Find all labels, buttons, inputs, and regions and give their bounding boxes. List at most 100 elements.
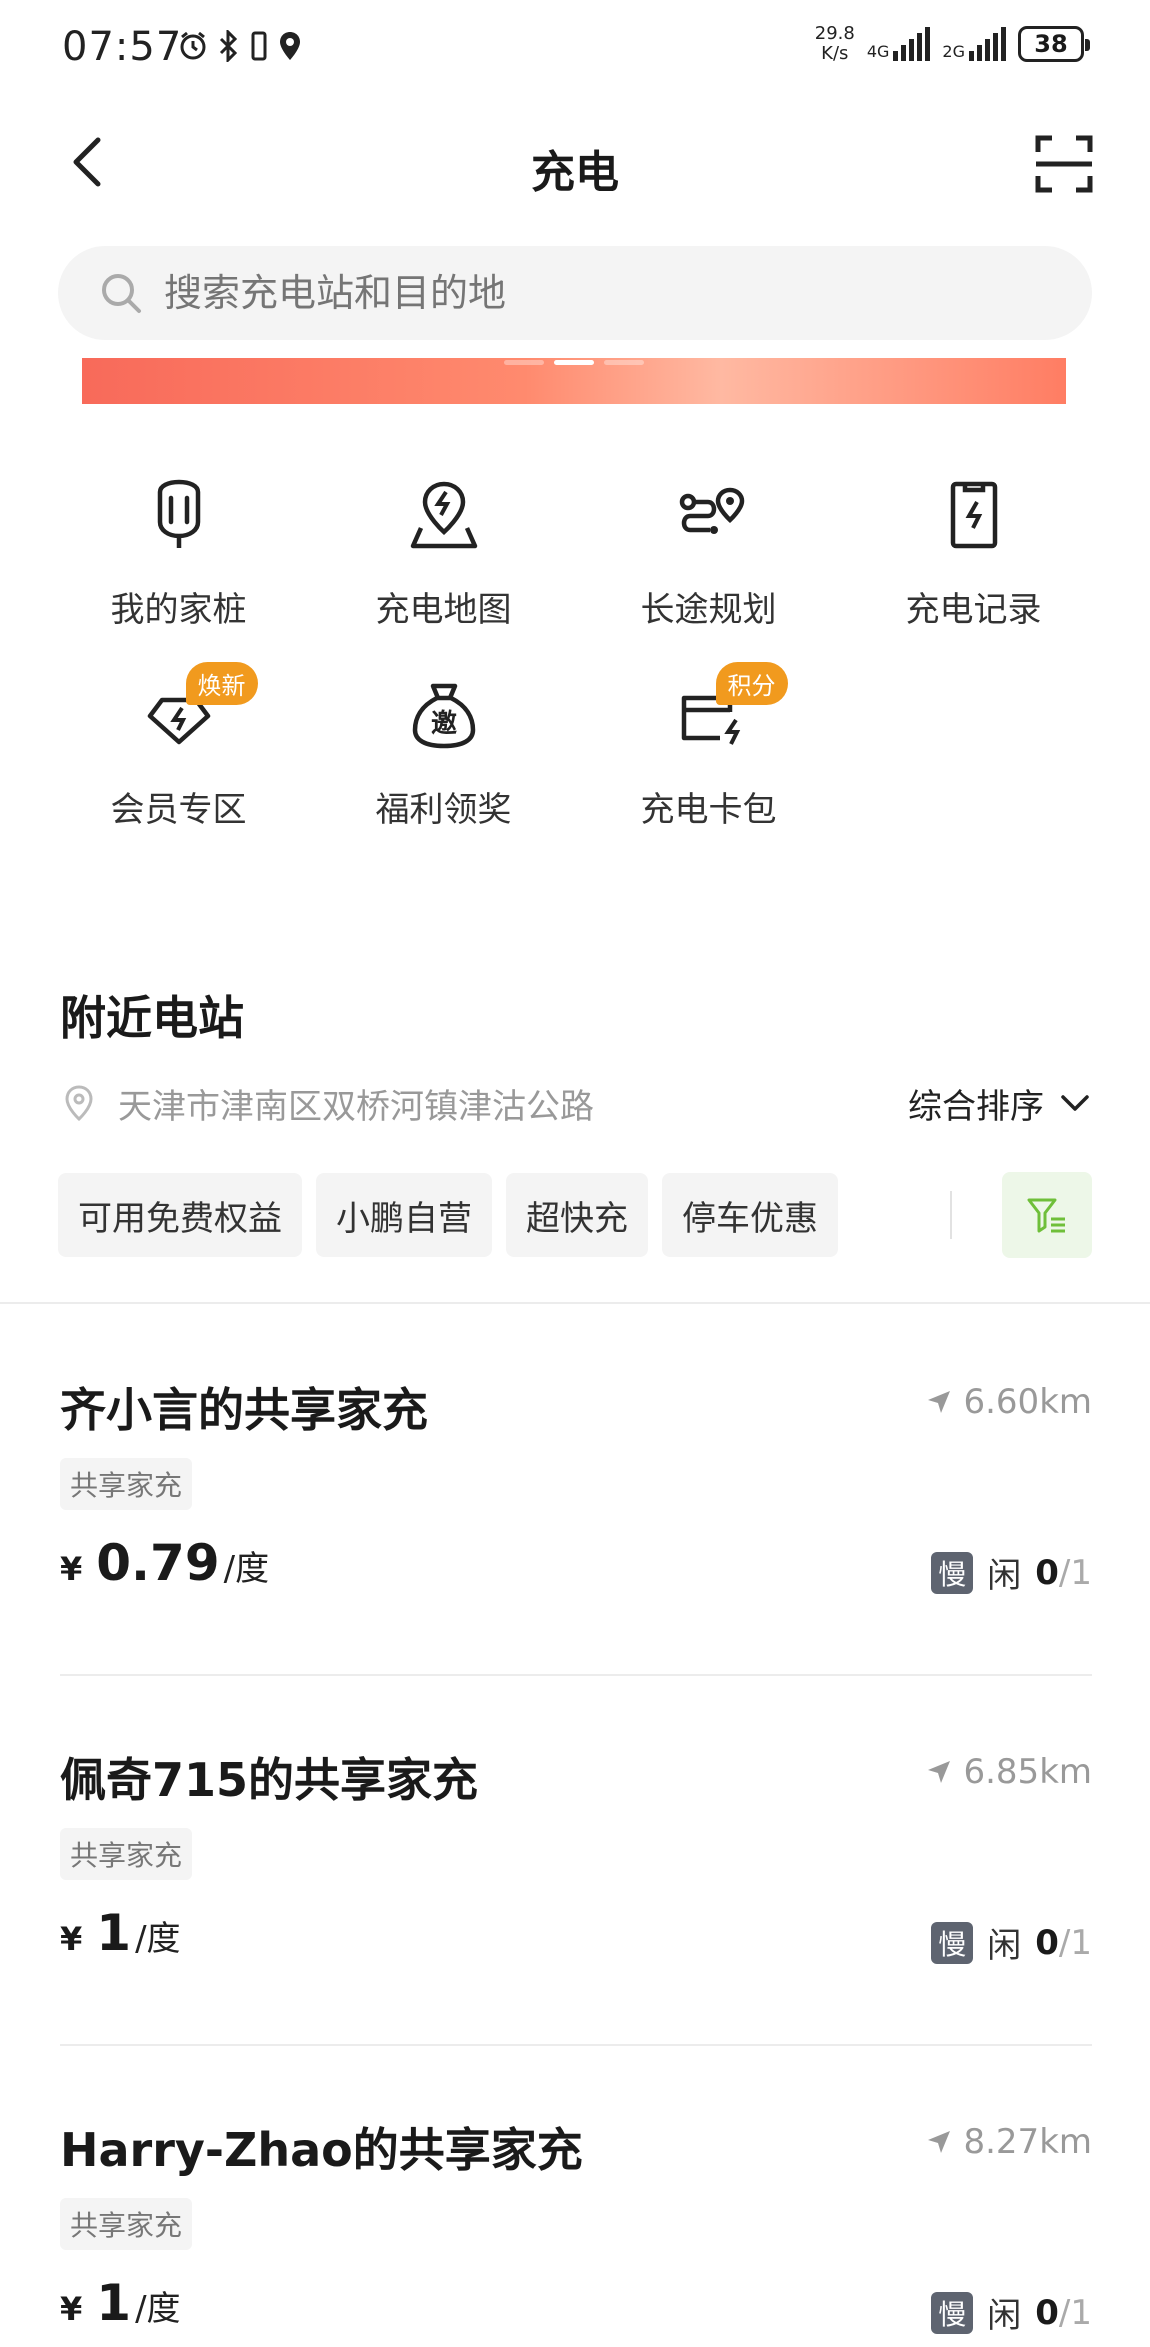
signal-2g: 2G xyxy=(942,27,1006,61)
search-bar[interactable] xyxy=(58,246,1092,340)
station-name: Harry-Zhao的共享家充 xyxy=(60,2123,583,2177)
idle-count: 0 xyxy=(1035,1922,1059,1963)
distance-value: 8.27km xyxy=(963,2122,1092,2162)
bluetooth-icon xyxy=(219,30,238,62)
menu-invite-reward[interactable]: 邀 福利领奖 xyxy=(311,670,576,831)
charging-record-icon xyxy=(929,470,1019,560)
station-tag: 共享家充 xyxy=(60,1828,193,1880)
card-divider xyxy=(60,2044,1092,2046)
status-icons xyxy=(178,30,302,62)
signal-bars-icon xyxy=(969,27,1006,61)
price-unit: /度 xyxy=(135,1919,181,1959)
menu-card-wallet[interactable]: 积分 充电卡包 xyxy=(576,662,841,831)
badge-new: 焕新 xyxy=(185,662,258,705)
menu-label: 会员专区 xyxy=(110,790,247,830)
station-tag: 共享家充 xyxy=(60,2198,193,2250)
total-count: /1 xyxy=(1058,1552,1092,1593)
menu-label: 长途规划 xyxy=(640,590,777,630)
location-text[interactable]: 天津市津南区双桥河镇津沽公路 xyxy=(118,1079,908,1128)
svg-text:邀: 邀 xyxy=(430,709,456,739)
section-divider xyxy=(0,1302,1150,1304)
station-distance: 6.60km xyxy=(925,1382,1092,1422)
filter-chip-free-benefit[interactable]: 可用免费权益 xyxy=(58,1173,302,1257)
status-bar: 07:57 29.8 K/s 4G 2G 38 xyxy=(0,0,1150,96)
filter-chip-xpeng-self[interactable]: 小鹏自营 xyxy=(316,1173,492,1257)
idle-count: 0 xyxy=(1035,2292,1059,2333)
station-distance: 6.85km xyxy=(925,1752,1092,1792)
status-right: 29.8 K/s 4G 2G 38 xyxy=(815,24,1090,64)
nav-bar: 充电 xyxy=(0,110,1150,220)
menu-label: 福利领奖 xyxy=(375,790,512,830)
currency-symbol: ¥ xyxy=(60,1550,83,1588)
invite-reward-icon: 邀 xyxy=(399,670,489,760)
station-price: ¥ 1 /度 xyxy=(60,1904,181,1962)
price-value: 0.79 xyxy=(96,1534,220,1592)
signal-bars-icon xyxy=(893,27,931,61)
availability: 慢 闲 0 /1 xyxy=(931,1918,1092,1967)
navigation-arrow-icon xyxy=(928,1391,951,1413)
distance-value: 6.85km xyxy=(963,1752,1092,1792)
menu-home-charger[interactable]: 我的家桩 xyxy=(46,470,311,631)
scan-button[interactable] xyxy=(1032,132,1096,196)
menu-label: 充电卡包 xyxy=(640,790,777,830)
station-tag: 共享家充 xyxy=(60,1458,193,1510)
price-value: 1 xyxy=(96,2274,132,2332)
slow-charge-badge: 慢 xyxy=(931,2291,974,2334)
availability: 慢 闲 0 /1 xyxy=(931,2288,1092,2337)
navigation-arrow-icon xyxy=(928,2131,951,2153)
availability: 慢 闲 0 /1 xyxy=(931,1548,1092,1597)
banner-pagination xyxy=(504,360,644,365)
filter-chip-super-fast[interactable]: 超快充 xyxy=(506,1173,648,1257)
alarm-icon xyxy=(180,31,206,60)
search-input[interactable] xyxy=(164,271,964,315)
total-count: /1 xyxy=(1058,2292,1092,2333)
badge-points: 积分 xyxy=(715,662,788,705)
slow-charge-badge: 慢 xyxy=(931,1551,974,1594)
home-charger-icon xyxy=(134,470,224,560)
chevron-down-icon xyxy=(1061,1095,1089,1111)
price-value: 1 xyxy=(96,1904,132,1962)
station-card[interactable]: 齐小言的共享家充 6.60km 共享家充 ¥ 0.79 /度 慢 闲 0 /1 xyxy=(60,1374,1092,1744)
station-price: ¥ 0.79 /度 xyxy=(60,1534,269,1592)
card-divider xyxy=(60,1674,1092,1676)
menu-route-planning[interactable]: 长途规划 xyxy=(576,470,841,631)
nearby-title: 附近电站 xyxy=(60,991,244,1045)
station-name: 齐小言的共享家充 xyxy=(60,1383,428,1437)
scan-icon xyxy=(1035,135,1093,193)
signal-4g: 4G xyxy=(867,27,931,61)
total-count: /1 xyxy=(1058,1922,1092,1963)
member-zone-icon: 焕新 xyxy=(134,662,258,760)
charging-map-icon xyxy=(399,470,489,560)
network-speed: 29.8 K/s xyxy=(815,24,855,64)
filter-chip-parking[interactable]: 停车优惠 xyxy=(662,1173,838,1257)
idle-label: 闲 xyxy=(987,1926,1022,1966)
menu-label: 我的家桩 xyxy=(110,590,247,630)
sort-label: 综合排序 xyxy=(908,1086,1044,1127)
idle-label: 闲 xyxy=(987,1556,1022,1596)
menu-charging-map[interactable]: 充电地图 xyxy=(311,470,576,631)
status-time: 07:57 xyxy=(62,24,183,70)
filter-chips: 可用免费权益 小鹏自营 超快充 停车优惠 xyxy=(58,1172,1092,1258)
menu-charging-record[interactable]: 充电记录 xyxy=(841,470,1106,631)
menu-label: 充电记录 xyxy=(905,590,1042,630)
card-wallet-icon: 积分 xyxy=(664,662,788,760)
location-row: 天津市津南区双桥河镇津沽公路 综合排序 xyxy=(60,1078,1092,1128)
menu-label: 充电地图 xyxy=(375,590,512,630)
sort-dropdown[interactable]: 综合排序 xyxy=(908,1079,1092,1128)
promo-banner[interactable] xyxy=(82,358,1066,404)
vibrate-icon xyxy=(251,31,267,61)
station-card[interactable]: 佩奇715的共享家充 6.85km 共享家充 ¥ 1 /度 慢 闲 0 /1 xyxy=(60,1744,1092,2114)
net-label-2g: 2G xyxy=(942,42,965,61)
navigation-arrow-icon xyxy=(928,1761,951,1783)
idle-label: 闲 xyxy=(987,2296,1022,2336)
menu-member-zone[interactable]: 焕新 会员专区 xyxy=(46,662,311,831)
slow-charge-badge: 慢 xyxy=(931,1921,974,1964)
battery-icon: 38 xyxy=(1018,26,1090,62)
route-planning-icon xyxy=(664,470,754,560)
idle-count: 0 xyxy=(1035,1552,1059,1593)
filter-button[interactable] xyxy=(1002,1172,1092,1258)
station-card[interactable]: Harry-Zhao的共享家充 8.27km 共享家充 ¥ 1 /度 慢 闲 0… xyxy=(60,2114,1092,2347)
location-pin-icon xyxy=(65,1085,93,1122)
price-unit: /度 xyxy=(135,2289,181,2329)
station-price: ¥ 1 /度 xyxy=(60,2274,181,2332)
